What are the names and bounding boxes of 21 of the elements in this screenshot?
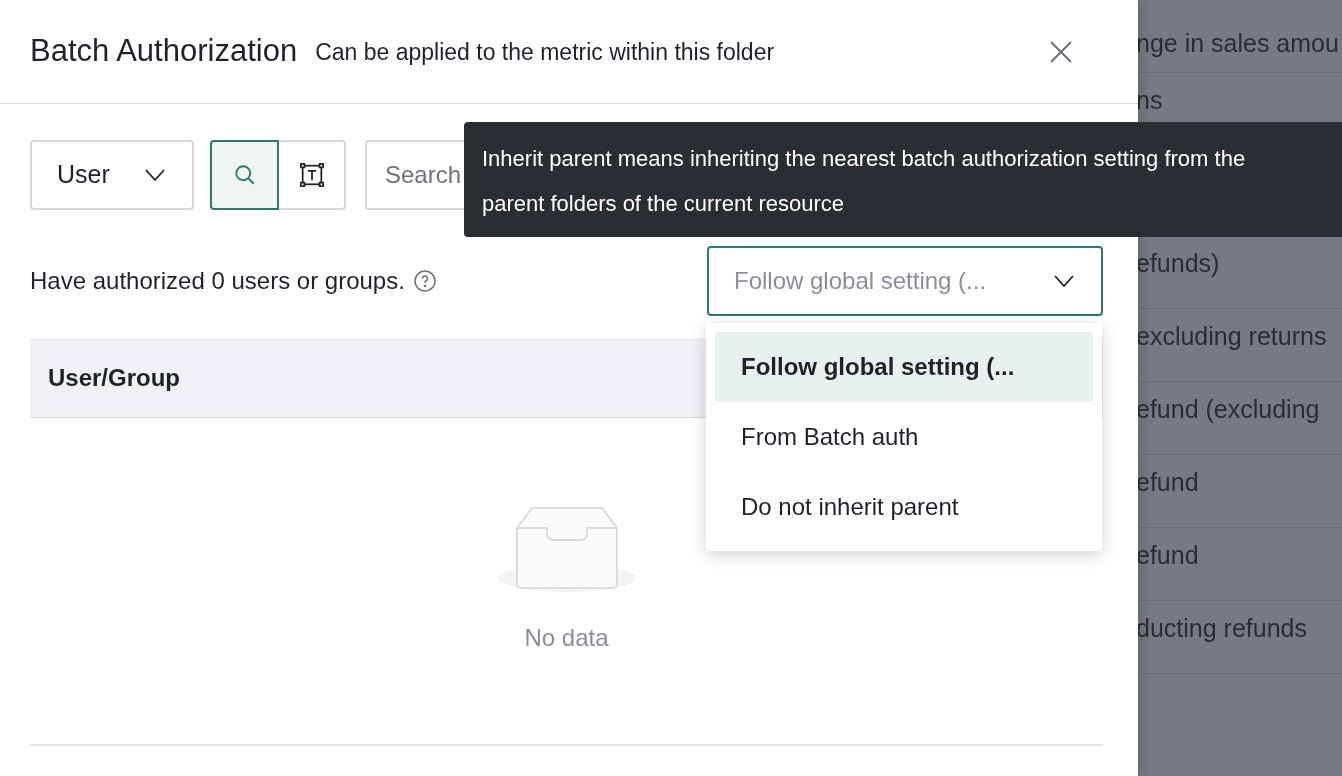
dropdown-option[interactable]: From Batch auth xyxy=(715,402,1093,472)
list-item-text: efunds) xyxy=(1136,247,1220,279)
list-item-text: efund xyxy=(1136,466,1199,498)
tooltip: Inherit parent means inheriting the nearest batch authorization setting from the parent folders of the current resource xyxy=(464,122,1342,237)
list-item-text: efund (excluding xyxy=(1136,393,1320,425)
dropdown-option[interactable]: Do not inherit parent xyxy=(715,472,1093,542)
drawer-title: Batch Authorization xyxy=(30,32,298,71)
help-icon[interactable] xyxy=(412,269,437,293)
mode-toggle-button[interactable] xyxy=(210,140,279,210)
list-item-text: ducting refunds xyxy=(1136,612,1307,644)
summary-text: Have authorized 0 users or groups. xyxy=(30,266,405,296)
empty-text: No data xyxy=(524,623,609,653)
text-frame-icon xyxy=(297,161,326,189)
list-item-text: ns xyxy=(1136,84,1163,116)
column-header: User/Group xyxy=(48,362,181,393)
dropdown-option[interactable]: Follow global setting (... xyxy=(715,332,1093,402)
list-item-text: excluding returns xyxy=(1136,320,1327,352)
drawer-subtitle: Can be applied to the metric within this folder xyxy=(315,38,775,68)
list-item-text: nge in sales amou xyxy=(1136,27,1339,59)
list-item-text: efund xyxy=(1136,539,1199,571)
type-select[interactable]: User xyxy=(30,140,194,210)
